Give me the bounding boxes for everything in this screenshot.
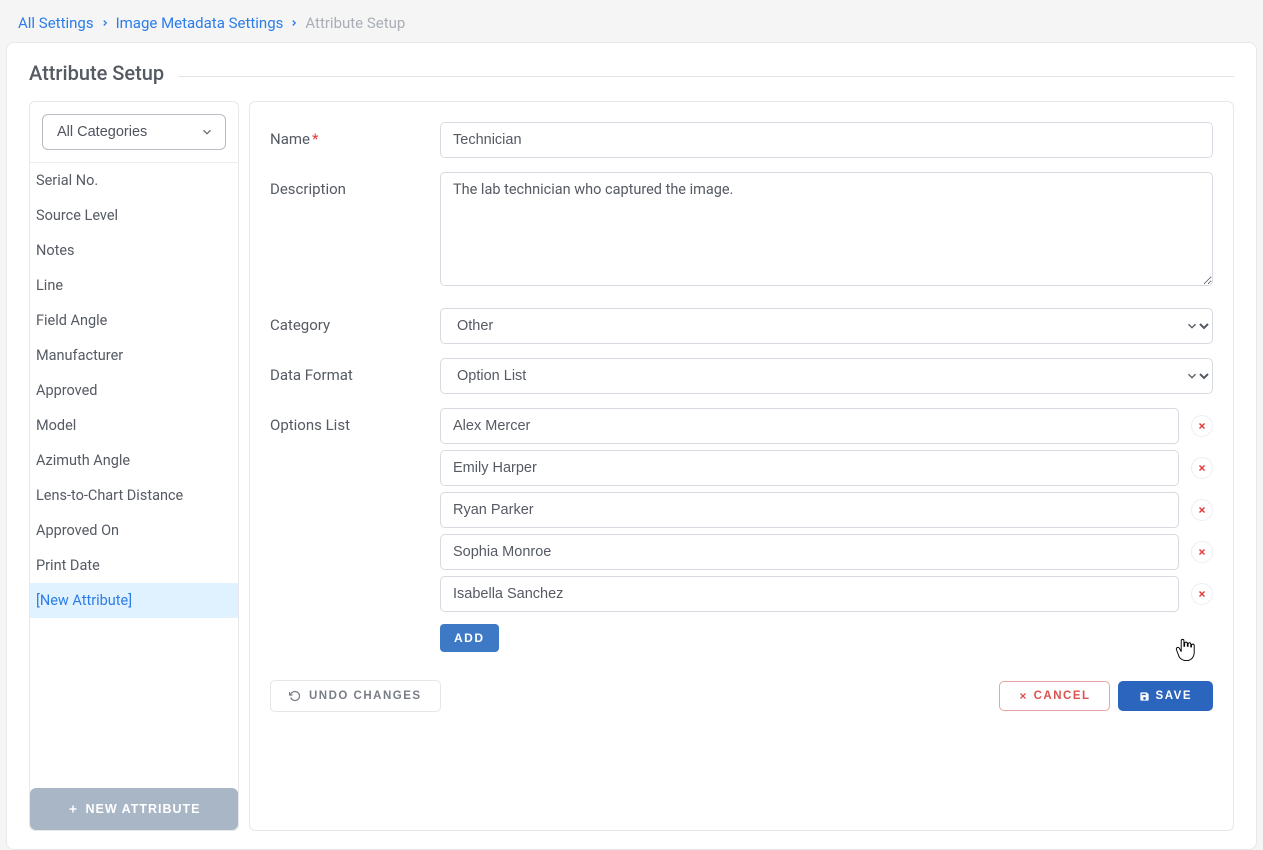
divider [178, 76, 1234, 77]
sidebar-item[interactable]: Field Angle [30, 303, 238, 338]
delete-option-button[interactable] [1191, 583, 1213, 605]
breadcrumb-link-all-settings[interactable]: All Settings [18, 14, 94, 32]
option-input[interactable] [440, 408, 1179, 444]
option-row [440, 534, 1213, 570]
attribute-sidebar: All Categories Serial No.Source LevelNot… [29, 101, 239, 831]
delete-option-button[interactable] [1191, 499, 1213, 521]
required-mark: * [312, 130, 318, 148]
category-label: Category [270, 308, 440, 344]
sidebar-item[interactable]: Line [30, 268, 238, 303]
sidebar-item[interactable]: Source Level [30, 198, 238, 233]
sidebar-item[interactable]: Manufacturer [30, 338, 238, 373]
data-format-label: Data Format [270, 358, 440, 394]
delete-option-button[interactable] [1191, 541, 1213, 563]
data-format-select[interactable]: Option List [440, 358, 1213, 394]
cancel-button[interactable]: CANCEL [999, 681, 1110, 711]
attribute-list: Serial No.Source LevelNotesLineField Ang… [30, 163, 238, 788]
cancel-label: CANCEL [1034, 690, 1091, 702]
chevron-right-icon [100, 18, 110, 28]
sidebar-item[interactable]: Model [30, 408, 238, 443]
sidebar-item[interactable]: Approved [30, 373, 238, 408]
save-icon [1139, 691, 1150, 702]
undo-icon [289, 690, 301, 702]
sidebar-item[interactable]: Azimuth Angle [30, 443, 238, 478]
description-input[interactable]: The lab technician who captured the imag… [440, 172, 1213, 286]
breadcrumb-current: Attribute Setup [305, 14, 405, 32]
sidebar-item[interactable]: Approved On [30, 513, 238, 548]
option-row [440, 492, 1213, 528]
sidebar-item[interactable]: Notes [30, 233, 238, 268]
option-row [440, 576, 1213, 612]
new-attribute-button[interactable]: NEW ATTRIBUTE [30, 788, 238, 830]
option-row [440, 450, 1213, 486]
sidebar-item[interactable]: Print Date [30, 548, 238, 583]
page-title: Attribute Setup [29, 61, 164, 85]
add-option-button[interactable]: ADD [440, 624, 499, 652]
option-input[interactable] [440, 492, 1179, 528]
category-select[interactable]: Other [440, 308, 1213, 344]
sidebar-item[interactable]: Serial No. [30, 163, 238, 198]
delete-option-button[interactable] [1191, 415, 1213, 437]
option-input[interactable] [440, 576, 1179, 612]
option-row [440, 408, 1213, 444]
category-filter-select[interactable]: All Categories [42, 114, 226, 150]
new-attribute-label: NEW ATTRIBUTE [85, 802, 200, 816]
main-card: Attribute Setup All Categories Serial N [6, 42, 1257, 850]
option-input[interactable] [440, 450, 1179, 486]
undo-label: UNDO CHANGES [309, 690, 422, 702]
undo-changes-button[interactable]: UNDO CHANGES [270, 680, 441, 712]
name-input[interactable] [440, 122, 1213, 158]
name-label: Name* [270, 122, 440, 158]
save-button[interactable]: SAVE [1118, 681, 1213, 711]
options-list-label: Options List [270, 408, 440, 652]
save-label: SAVE [1156, 690, 1192, 702]
option-input[interactable] [440, 534, 1179, 570]
description-label: Description [270, 172, 440, 290]
attribute-form: Name* Description The lab technician who… [249, 101, 1234, 831]
plus-icon [67, 803, 79, 815]
breadcrumb-link-image-metadata-settings[interactable]: Image Metadata Settings [116, 14, 284, 32]
sidebar-item[interactable]: [New Attribute] [30, 583, 238, 618]
close-icon [1018, 691, 1028, 701]
sidebar-item[interactable]: Lens-to-Chart Distance [30, 478, 238, 513]
chevron-right-icon [289, 18, 299, 28]
delete-option-button[interactable] [1191, 457, 1213, 479]
breadcrumb: All Settings Image Metadata Settings Att… [0, 0, 1263, 42]
